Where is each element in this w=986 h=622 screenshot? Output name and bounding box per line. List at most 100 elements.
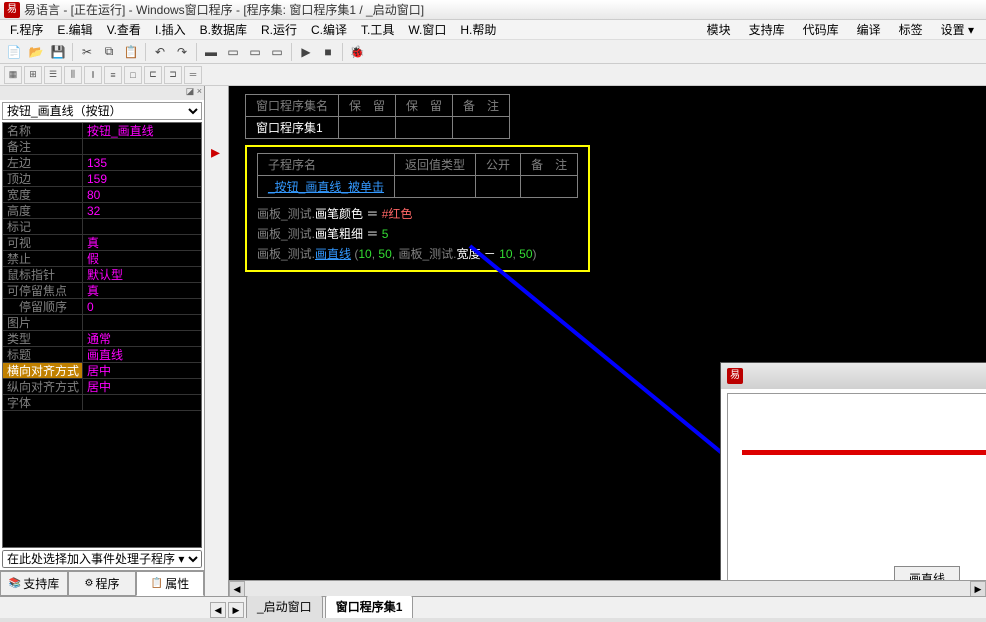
property-value[interactable]: 135	[83, 155, 201, 170]
property-grid[interactable]: 名称按钮_画直线备注左边135顶边159宽度80高度32标记可视真禁止假鼠标指针…	[2, 122, 202, 548]
property-value[interactable]: 默认型	[83, 267, 201, 282]
property-row[interactable]: 顶边159	[3, 171, 201, 187]
menu-database[interactable]: B.数据库	[194, 19, 253, 40]
align-8[interactable]: ⊏	[144, 66, 162, 84]
runtime-titlebar[interactable]: 易 X	[721, 363, 986, 389]
align-3[interactable]: ☰	[44, 66, 62, 84]
code-line-3[interactable]: 画板_测试.画直线 (10, 50, 画板_测试.宽度 － 10, 50)	[257, 244, 578, 264]
cut-button[interactable]: ✂	[77, 42, 97, 62]
debug-button[interactable]: 🐞	[347, 42, 367, 62]
property-value[interactable]: 居中	[83, 379, 201, 394]
open-button[interactable]: 📂	[26, 42, 46, 62]
tab-startup-window[interactable]: _启动窗口	[246, 594, 323, 618]
scroll-track[interactable]	[245, 581, 970, 596]
property-value[interactable]: 159	[83, 171, 201, 186]
align-6[interactable]: ≡	[104, 66, 122, 84]
property-row[interactable]: 停留顺序0	[3, 299, 201, 315]
object-combo[interactable]: 按钮_画直线（按钮）	[2, 102, 202, 120]
code-line-1[interactable]: 画板_测试.画笔颜色 ＝ #红色	[257, 204, 578, 224]
save-button[interactable]: 💾	[48, 42, 68, 62]
tab-properties[interactable]: 📋属性	[136, 571, 204, 596]
align-1[interactable]: ▦	[4, 66, 22, 84]
property-row[interactable]: 宽度80	[3, 187, 201, 203]
property-row[interactable]: 左边135	[3, 155, 201, 171]
horizontal-scrollbar[interactable]: ◀ ▶	[229, 580, 986, 596]
breakpoint-marker[interactable]: ▸	[211, 142, 220, 163]
new-button[interactable]: 📄	[4, 42, 24, 62]
stop-button[interactable]: ■	[318, 42, 338, 62]
menu-program[interactable]: F.程序	[4, 19, 49, 40]
scroll-right-button[interactable]: ▶	[970, 581, 986, 596]
copy-button[interactable]: ⧉	[99, 42, 119, 62]
undo-button[interactable]: ↶	[150, 42, 170, 62]
property-value[interactable]: 32	[83, 203, 201, 218]
property-value[interactable]: 假	[83, 251, 201, 266]
property-row[interactable]: 可停留焦点真	[3, 283, 201, 299]
property-row[interactable]: 禁止假	[3, 251, 201, 267]
property-row[interactable]: 纵向对齐方式居中	[3, 379, 201, 395]
tab-program-set-1[interactable]: 窗口程序集1	[325, 594, 414, 618]
menu-module[interactable]: 模块	[699, 19, 739, 40]
align-4[interactable]: ⫼	[64, 66, 82, 84]
menu-window[interactable]: W.窗口	[402, 19, 452, 40]
menu-tools[interactable]: T.工具	[355, 19, 400, 40]
run-button[interactable]: ▶	[296, 42, 316, 62]
runtime-window[interactable]: 易 X 画直线	[720, 362, 986, 596]
tab-next-button[interactable]: ▶	[228, 602, 244, 618]
property-row[interactable]: 鼠标指针默认型	[3, 267, 201, 283]
menu-compile[interactable]: C.编译	[305, 19, 353, 40]
align-7[interactable]: □	[124, 66, 142, 84]
property-name: 宽度	[3, 187, 83, 202]
code-editor[interactable]: ▸ 窗口程序集名 保 留 保 留 备 注 窗口程序集1 子程序名	[205, 86, 986, 596]
property-value[interactable]: 80	[83, 187, 201, 202]
property-value[interactable]	[83, 315, 201, 330]
panel2-button[interactable]: ▭	[223, 42, 243, 62]
menu-view[interactable]: V.查看	[101, 19, 147, 40]
code-line-2[interactable]: 画板_测试.画笔粗细 ＝ 5	[257, 224, 578, 244]
align-9[interactable]: ⊐	[164, 66, 182, 84]
property-row[interactable]: 类型通常	[3, 331, 201, 347]
align-2[interactable]: ⊞	[24, 66, 42, 84]
property-row[interactable]: 横向对齐方式居中	[3, 363, 201, 379]
property-value[interactable]	[83, 219, 201, 234]
property-value[interactable]: 真	[83, 235, 201, 250]
property-value[interactable]: 按钮_画直线	[83, 123, 201, 138]
menu-compile2[interactable]: 编译	[849, 19, 889, 40]
menu-help[interactable]: H.帮助	[454, 19, 502, 40]
scroll-left-button[interactable]: ◀	[229, 581, 245, 596]
align-10[interactable]: ＝	[184, 66, 202, 84]
menu-settings[interactable]: 设置 ▾	[933, 19, 982, 40]
panel3-button[interactable]: ▭	[245, 42, 265, 62]
property-value[interactable]: 0	[83, 299, 201, 314]
property-value[interactable]: 通常	[83, 331, 201, 346]
property-value[interactable]: 真	[83, 283, 201, 298]
panel1-button[interactable]: ▬	[201, 42, 221, 62]
property-row[interactable]: 备注	[3, 139, 201, 155]
align-5[interactable]: ⫾	[84, 66, 102, 84]
property-value[interactable]	[83, 139, 201, 154]
property-value[interactable]: 居中	[83, 363, 201, 378]
property-row[interactable]: 可视真	[3, 235, 201, 251]
event-combo[interactable]: 在此处选择加入事件处理子程序 ▾	[2, 550, 202, 568]
menu-tags[interactable]: 标签	[891, 19, 931, 40]
menu-insert[interactable]: I.插入	[149, 19, 192, 40]
property-value[interactable]: 画直线	[83, 347, 201, 362]
tab-support-lib[interactable]: 📚支持库	[0, 571, 68, 596]
tab-prev-button[interactable]: ◀	[210, 602, 226, 618]
property-row[interactable]: 高度32	[3, 203, 201, 219]
property-row[interactable]: 标题画直线	[3, 347, 201, 363]
paste-button[interactable]: 📋	[121, 42, 141, 62]
property-row[interactable]: 名称按钮_画直线	[3, 123, 201, 139]
menu-run[interactable]: R.运行	[255, 19, 303, 40]
property-row[interactable]: 标记	[3, 219, 201, 235]
property-row[interactable]: 字体	[3, 395, 201, 411]
property-value[interactable]	[83, 395, 201, 410]
tab-program[interactable]: ⚙程序	[68, 571, 136, 596]
menu-support-lib[interactable]: 支持库	[741, 19, 793, 40]
subroutine-name[interactable]: _按钮_画直线_被单击	[258, 176, 395, 198]
property-row[interactable]: 图片	[3, 315, 201, 331]
menu-code-lib[interactable]: 代码库	[795, 19, 847, 40]
menu-edit[interactable]: E.编辑	[51, 19, 98, 40]
panel4-button[interactable]: ▭	[267, 42, 287, 62]
redo-button[interactable]: ↷	[172, 42, 192, 62]
